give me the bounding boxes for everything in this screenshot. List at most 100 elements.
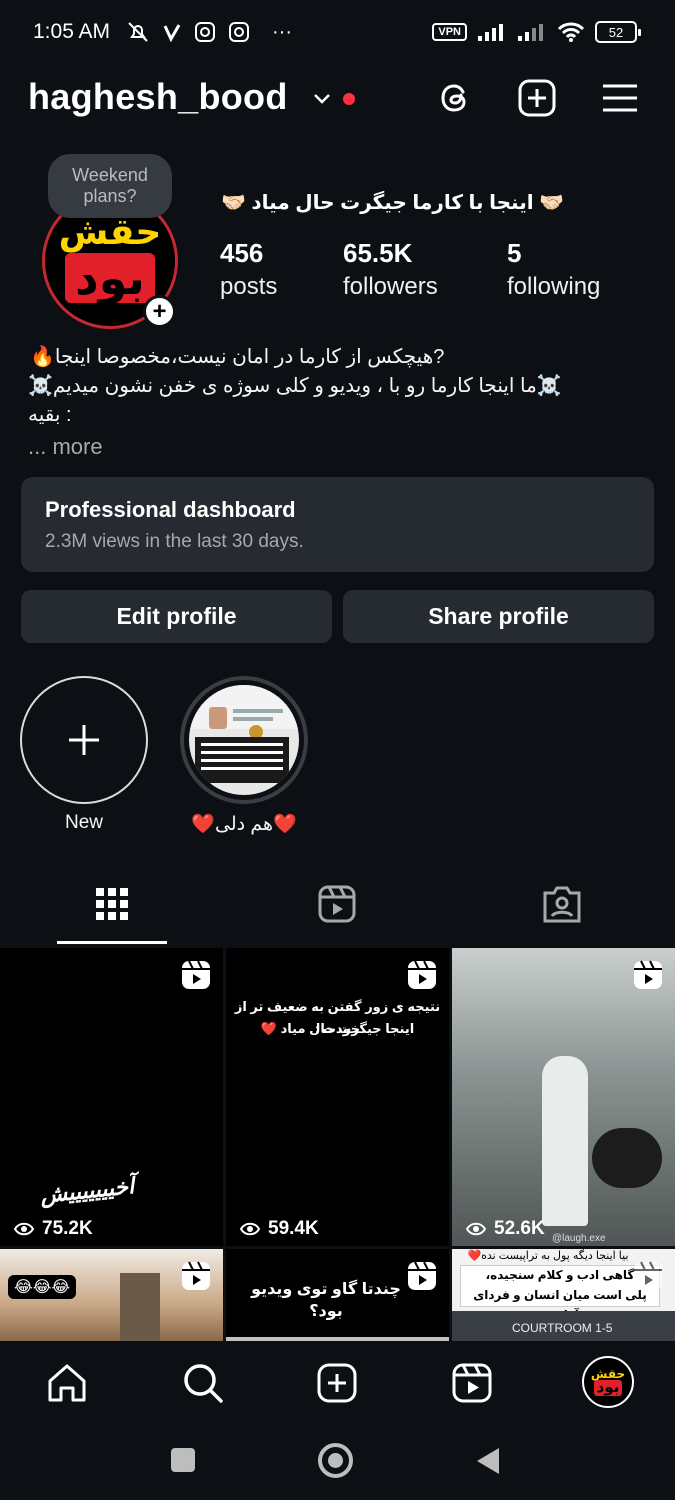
signal-icon — [478, 24, 503, 41]
instagram-icon — [229, 22, 249, 42]
post-overlay-text: اینجا جیگرت حال میاد ❤️ — [260, 1021, 415, 1036]
profile-full-name: 🤝🏻 اینجا با کارما جیگرت حال میاد 🤝🏻 — [220, 192, 565, 214]
eye-icon — [240, 1222, 260, 1236]
tab-reels-icon[interactable] — [317, 884, 357, 924]
wifi-icon — [557, 22, 585, 42]
v-app-icon — [163, 24, 181, 42]
system-icons: VPN 52 — [432, 21, 641, 43]
avatar-text-top: حقش — [590, 1366, 626, 1381]
post-overlay-text: چندتا گاو توی ویدیو بود؟ — [251, 1281, 401, 1320]
post-watermark: @laugh.exe — [552, 1233, 606, 1244]
grid-post[interactable]: @laugh.exe 52.6K — [452, 948, 675, 1246]
profile-tabs — [0, 870, 675, 945]
username-switcher[interactable]: haghesh_bood — [28, 76, 288, 118]
view-count-value: 52.6K — [494, 1218, 545, 1239]
tab-tagged-icon[interactable] — [542, 884, 582, 924]
system-navigation — [0, 1426, 675, 1500]
bio-line: 🔥هیچکس از کارما در امان نیست،مخصوصا اینج… — [30, 346, 445, 368]
muted-bell-icon — [128, 22, 148, 42]
menu-icon[interactable] — [600, 78, 640, 118]
avatar-text-bottom: بود — [593, 1379, 623, 1397]
battery-icon: 52 — [595, 21, 641, 43]
view-count-value: 75.2K — [42, 1218, 93, 1239]
post-caption: COURTROOM 1-5 — [512, 1321, 613, 1335]
note-bubble[interactable]: Weekend plans? — [48, 154, 172, 218]
post-overlay-text: آخیییییییش — [38, 1173, 136, 1208]
grid-post[interactable]: نتیجه ی زور گفتن به ضعیف تر از خودت : ای… — [226, 948, 449, 1246]
more-notifications-icon: ··· — [272, 20, 292, 43]
reel-badge-icon — [408, 960, 436, 989]
profile-header: haghesh_bood — [0, 70, 675, 130]
following-label: following — [507, 273, 601, 300]
instagram-icon — [195, 22, 215, 42]
grid-post[interactable]: 😂😂😂 — [0, 1249, 223, 1341]
posts-stat[interactable]: 456 posts — [220, 238, 277, 301]
bottom-navigation: حقش بود — [0, 1341, 675, 1426]
share-profile-button[interactable]: Share profile — [343, 590, 654, 643]
reel-badge-icon — [408, 1261, 436, 1290]
post-overlay-text: گاهی ادب و کلام سنجیده، — [485, 1268, 635, 1282]
avatar-text-bottom: بود — [65, 253, 155, 304]
following-stat[interactable]: 5 following — [507, 238, 600, 301]
followers-label: followers — [343, 273, 438, 300]
professional-dashboard[interactable]: Professional dashboard 2.3M views in the… — [21, 477, 654, 572]
reel-badge-icon — [634, 1261, 662, 1290]
tab-grid-icon[interactable] — [92, 884, 132, 924]
eye-icon — [14, 1222, 34, 1236]
grid-post[interactable]: چندتا گاو توی ویدیو بود؟ — [226, 1249, 449, 1341]
bio-line: بقیه : — [28, 404, 72, 426]
status-time: 1:05 AM — [33, 20, 111, 43]
notification-icons: ··· — [126, 20, 292, 44]
profile-bio: 🔥هیچکس از کارما در امان نیست،مخصوصا اینج… — [28, 343, 628, 461]
posts-label: posts — [220, 273, 278, 300]
home-button-dot — [328, 1453, 343, 1468]
grid-post[interactable]: آخیییییییش 75.2K — [0, 948, 223, 1246]
add-story-plus-icon[interactable]: + — [143, 295, 176, 328]
posts-count: 456 — [220, 238, 264, 268]
highlight-new[interactable]: New — [20, 676, 148, 834]
following-count: 5 — [507, 238, 522, 268]
search-icon[interactable] — [181, 1361, 225, 1405]
view-count: 75.2K — [14, 1218, 93, 1240]
post-overlay-text: 😂😂😂 — [8, 1275, 77, 1299]
highlight-cover — [180, 676, 308, 804]
status-bar: 1:05 AM ··· VPN 52 — [0, 0, 675, 66]
plus-icon — [69, 725, 99, 755]
recent-apps-button[interactable] — [171, 1448, 195, 1472]
vpn-icon: VPN — [432, 23, 467, 41]
post-thumbnail-figure — [592, 1128, 662, 1188]
eye-icon — [466, 1222, 486, 1236]
create-icon[interactable] — [517, 78, 557, 118]
chevron-down-icon[interactable] — [311, 88, 333, 110]
reel-badge-icon — [182, 960, 210, 989]
post-thumbnail-figure — [120, 1273, 160, 1341]
bio-more-link[interactable]: ... more — [28, 432, 628, 461]
new-highlight-circle — [20, 676, 148, 804]
grid-post[interactable]: بیا اینجا دیگه پول به تراپیست نده❤️ گاهی… — [452, 1249, 675, 1341]
profile-tab-avatar[interactable]: حقش بود — [582, 1356, 634, 1408]
view-count: 59.4K — [240, 1218, 319, 1240]
dashboard-title: Professional dashboard — [45, 497, 296, 522]
highlight-thumbnail — [189, 685, 299, 795]
posts-grid: آخیییییییش 75.2K نتیجه ی زور گفتن به ضعی… — [0, 948, 675, 1341]
threads-icon[interactable] — [435, 78, 475, 118]
signal-icon — [518, 24, 543, 41]
active-tab-indicator — [57, 941, 167, 944]
notification-dot — [343, 93, 355, 105]
home-icon[interactable] — [45, 1361, 89, 1405]
back-button[interactable] — [475, 1446, 501, 1476]
highlight-label: New — [64, 812, 103, 833]
reel-badge-icon — [182, 1261, 210, 1290]
bio-line: ☠️ما اینجا کارما رو با ، ویدیو و کلی سوژ… — [28, 375, 562, 397]
reels-icon[interactable] — [450, 1361, 494, 1405]
post-thumbnail-figure — [542, 1056, 588, 1226]
home-button[interactable] — [318, 1443, 353, 1478]
followers-stat[interactable]: 65.5K followers — [343, 238, 438, 301]
highlight-item[interactable]: ❤️هم دلی❤️ — [180, 676, 308, 836]
dashboard-subtitle: 2.3M views in the last 30 days. — [45, 531, 304, 552]
followers-count: 65.5K — [343, 238, 413, 268]
highlight-label: ❤️هم دلی❤️ — [191, 814, 297, 835]
reel-badge-icon — [634, 960, 662, 989]
create-post-icon[interactable] — [315, 1361, 359, 1405]
edit-profile-button[interactable]: Edit profile — [21, 590, 332, 643]
